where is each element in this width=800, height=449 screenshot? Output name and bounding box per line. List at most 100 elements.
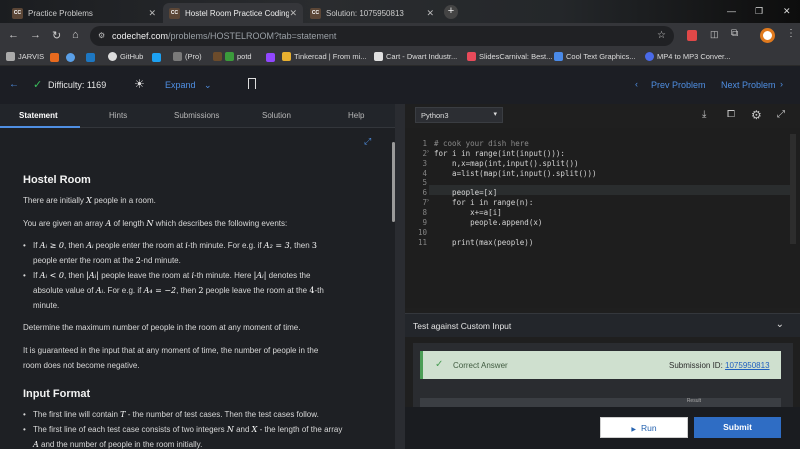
bookmark-potd[interactable]: potd	[213, 52, 252, 61]
check-icon: ✓	[435, 359, 444, 370]
editor-scrollbar[interactable]	[790, 134, 796, 244]
fullscreen-icon[interactable]: ⤢	[777, 109, 785, 120]
home-icon[interactable]: ⌂	[72, 29, 79, 41]
bookmark-cooltext[interactable]: Cool Text Graphics...	[554, 52, 635, 61]
line-number: 6	[422, 188, 427, 197]
run-button[interactable]: ▶ Run	[600, 417, 688, 438]
forward-arrow-icon[interactable]: →	[30, 29, 41, 41]
copy-icon[interactable]: ⧠	[727, 109, 735, 120]
twitch-icon[interactable]	[266, 53, 275, 62]
bookmark-cart[interactable]: Cart - Dwart Industr...	[374, 52, 457, 61]
url-path: /problems/HOSTELROOM?tab=statement	[168, 31, 337, 41]
fold-arrow-icon[interactable]: ›	[427, 149, 429, 155]
input-format-title: Input Format	[23, 388, 91, 400]
line-number: 1	[422, 139, 427, 148]
code-line: a=list(map(int,input().split()))	[434, 169, 597, 178]
codechef-icon	[213, 52, 222, 61]
minimize-icon[interactable]: —	[727, 6, 736, 16]
tab-hints[interactable]: Hints	[109, 111, 127, 120]
code-line: x+=a[i]	[434, 208, 502, 217]
expand-dropdown[interactable]: Expand ⌄	[165, 80, 212, 91]
download-icon[interactable]: ⤓	[702, 109, 706, 120]
tinkercad-icon	[282, 52, 291, 61]
browser-tab-hostel-room[interactable]: CC Hostel Room Practice Coding Pr ✕	[163, 3, 303, 23]
bookmark-star-icon[interactable]: ☆	[657, 30, 666, 41]
custom-input-toggle[interactable]: Test against Custom Input ⌄	[405, 313, 800, 337]
expand-icon[interactable]: ⤢	[364, 136, 371, 147]
url-input[interactable]: ⚙ codechef.com/problems/HOSTELROOM?tab=s…	[90, 26, 674, 46]
site-info-icon[interactable]: ⚙	[98, 31, 105, 40]
tab-submissions[interactable]: Submissions	[174, 111, 219, 120]
new-tab-button[interactable]: +	[444, 5, 458, 19]
extension-icon[interactable]	[687, 30, 697, 41]
bookmark-icon	[374, 52, 383, 61]
play-icon: ▶	[631, 427, 637, 433]
back-arrow-icon[interactable]: ←	[8, 29, 19, 41]
close-icon[interactable]: ✕	[148, 8, 156, 19]
tab-label: Practice Problems	[28, 8, 93, 18]
fold-arrow-icon[interactable]: ›	[427, 198, 429, 204]
submission-id: Submission ID: 1075950813	[669, 361, 770, 370]
submit-button[interactable]: Submit	[694, 417, 781, 438]
next-problem-link[interactable]: Next Problem	[721, 80, 776, 90]
code-line: for i in range(n):	[434, 198, 534, 207]
twitter-icon[interactable]	[152, 53, 161, 62]
line-number: 7	[422, 198, 427, 207]
submission-id-link[interactable]: 1075950813	[725, 361, 770, 370]
bookmarks-bar: JARVIS GitHub (Pro) potd Tinkercad | Fro…	[0, 49, 800, 66]
code-line: n,x=map(int,input().split())	[434, 159, 579, 168]
statement-paragraph: It is guaranteed in the input that at an…	[23, 346, 319, 370]
list-item: The first line of each test case consist…	[23, 422, 368, 449]
list-item: If Aᵢ ≥ 0, then Aᵢ people enter the room…	[23, 238, 368, 268]
bookmark-pro[interactable]: (Pro)	[173, 52, 202, 61]
bookmark-tinkercad[interactable]: Tinkercad | From mi...	[282, 52, 367, 61]
sun-icon[interactable]: ☀	[134, 77, 145, 91]
browser-tab-practice[interactable]: CC Practice Problems ✕	[6, 3, 162, 23]
bookmark-slidescarnival[interactable]: SlidesCarnival: Best...	[467, 52, 552, 61]
maximize-icon[interactable]: ❐	[755, 6, 763, 17]
chevron-left-icon: ‹	[635, 79, 638, 89]
menu-dots-icon[interactable]: ⋮	[786, 28, 796, 39]
difficulty-rating: Difficulty: 1169	[48, 80, 107, 90]
chevron-down-icon: ⌄	[775, 319, 784, 330]
puzzle-icon[interactable]: ⧉	[731, 28, 738, 39]
code-line: people.append(x)	[434, 218, 543, 227]
codechef-favicon-icon: CC	[169, 7, 180, 19]
back-arrow-icon[interactable]: ←	[9, 79, 19, 90]
window-close-icon[interactable]: ✕	[783, 6, 791, 17]
bookmark-icon[interactable]	[66, 53, 75, 62]
caret-down-icon: ▾	[493, 111, 497, 118]
browser-tab-solution[interactable]: CC Solution: 1075950813 ✕	[304, 3, 440, 23]
linkedin-icon[interactable]	[86, 53, 95, 62]
chevron-down-icon: ⌄	[204, 80, 212, 90]
bookmark-icon	[645, 52, 654, 61]
bookmark-mp4-to-mp3[interactable]: MP4 to MP3 Conver...	[645, 52, 730, 61]
bookmark-icon[interactable]	[50, 53, 59, 62]
prev-problem-link[interactable]: Prev Problem	[651, 80, 706, 90]
problem-title: Hostel Room	[23, 174, 91, 186]
tab-statement[interactable]: Statement	[19, 111, 58, 120]
line-number: 11	[417, 238, 427, 247]
pane-divider[interactable]	[395, 104, 797, 449]
reload-icon[interactable]: ↻	[52, 29, 61, 42]
profile-avatar[interactable]	[760, 28, 775, 43]
tab-solution[interactable]: Solution	[262, 111, 291, 120]
tab-help[interactable]: Help	[348, 111, 364, 120]
verdict-text: Correct Answer	[453, 361, 508, 370]
line-number: 9	[422, 218, 427, 227]
statement-paragraph: There are initially X people in a room.	[23, 196, 156, 205]
settings-gear-icon[interactable]: ⚙	[751, 108, 762, 122]
language-select[interactable]: Python3 ▾	[415, 107, 503, 123]
code-line: people=[x]	[434, 188, 498, 197]
browser-tab-bar: CC Practice Problems ✕ CC Hostel Room Pr…	[0, 0, 800, 23]
close-icon[interactable]: ✕	[426, 8, 434, 19]
extension-icon[interactable]: ◫	[710, 29, 719, 40]
line-number: 4	[422, 169, 427, 178]
bookmark-github[interactable]: GitHub	[108, 52, 143, 61]
statement-paragraph: Determine the maximum number of people i…	[23, 323, 301, 332]
bookmark-icon	[173, 52, 182, 61]
tab-label: Hostel Room Practice Coding Pr	[185, 8, 290, 18]
bookmark-jarvis[interactable]: JARVIS	[6, 52, 44, 61]
close-icon[interactable]: ✕	[289, 8, 297, 19]
bookmark-icon[interactable]	[248, 78, 256, 89]
